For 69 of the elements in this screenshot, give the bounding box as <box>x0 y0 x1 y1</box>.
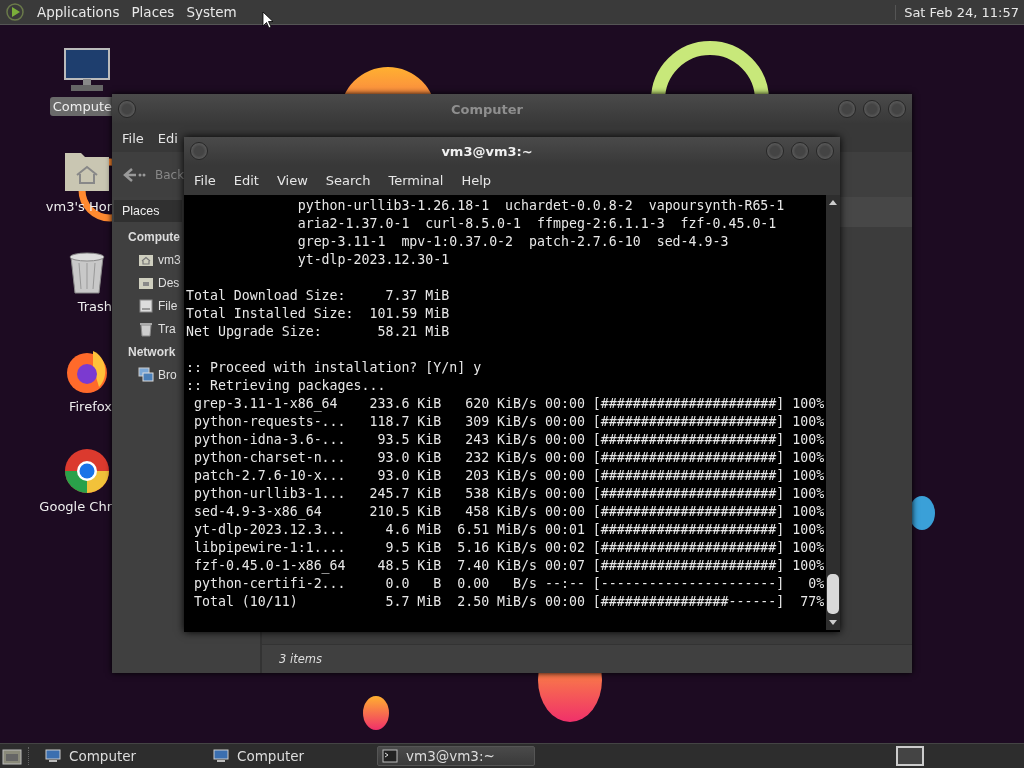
menu-item[interactable]: Terminal <box>388 172 462 188</box>
menu-item[interactable]: Edi <box>157 130 178 146</box>
menu-item[interactable]: View <box>276 172 326 188</box>
scrollbar[interactable] <box>826 195 840 630</box>
scrollbar-thumb[interactable] <box>827 574 839 614</box>
panel-menu[interactable]: System <box>180 4 243 20</box>
terminal-line: :: Retrieving packages... <box>186 377 386 395</box>
terminal-line: Total Download Size: 7.37 MiB <box>186 287 450 305</box>
taskbar-button[interactable]: Computer <box>209 746 367 766</box>
sidebar-heading: Network <box>128 345 176 360</box>
menu-item[interactable]: Search <box>325 172 389 188</box>
sidebar-item[interactable]: Des <box>158 275 180 290</box>
terminal-line: patch-2.7.6-10-x... 93.0 KiB 203 KiB/s 00:00 [######################] 100% <box>192 467 825 485</box>
back-arrow-icon[interactable] <box>122 166 146 183</box>
sidebar-item[interactable]: Tra <box>158 321 176 336</box>
terminal-line: libpipewire-1:1.... 9.5 KiB 5.16 KiB/s 00:02 [######################] 100% <box>192 539 825 557</box>
terminal-line: yt-dlp-2023.12.30-1 <box>296 251 450 269</box>
sidebar-item[interactable]: Bro <box>158 367 177 382</box>
panel-menu[interactable]: Places <box>125 4 181 20</box>
computer-icon <box>213 748 229 764</box>
desktop-icon[interactable] <box>2 747 22 765</box>
sidebar-heading: Compute <box>128 230 180 245</box>
terminal-line: python-requests-... 118.7 KiB 309 KiB/s 00:00 [######################] 100% <box>192 413 825 431</box>
terminal-line: python-certifi-2... 0.0 B 0.00 B/s --:-- [----------------------] 0% <box>192 575 825 593</box>
item-count: 3 items <box>279 652 322 666</box>
scroll-down-icon[interactable] <box>828 619 838 627</box>
menu-item[interactable]: File <box>194 172 234 188</box>
terminal-line: yt-dlp-2023.12.3... 4.6 MiB 6.51 MiB/s 00:01 [######################] 100% <box>192 521 825 539</box>
sidebar-item[interactable]: File <box>158 298 178 313</box>
terminal-line: python-urllib3-1... 245.7 KiB 538 KiB/s 00:00 [######################] 100% <box>192 485 825 503</box>
desktop-icon-label[interactable]: Compute <box>49 97 112 116</box>
terminal-line: :: Proceed with installation? [Y/n] y <box>186 359 482 377</box>
desktop-icon-label[interactable]: Firefox <box>65 397 112 416</box>
terminal-line: python-urllib3-1.26.18-1 uchardet-0.0.8-2 vapoursynth-R65-1 <box>296 197 785 215</box>
network-icon <box>138 366 154 383</box>
window-title: vm3@vm3:~ <box>440 143 534 159</box>
drive-icon <box>138 297 154 314</box>
terminal-line: grep-3.11-1 mpv-1:0.37.0-2 patch-2.7.6-10 sed-4.9-3 <box>296 233 729 251</box>
browser-icon[interactable] <box>63 447 111 495</box>
desktop-icon-label[interactable]: Google Chr <box>36 497 112 516</box>
terminal-line: sed-4.9-3-x86_64 210.5 KiB 458 KiB/s 00:00 [######################] 100% <box>192 503 825 521</box>
sidebar-tab[interactable]: Places <box>114 200 182 222</box>
terminal-line: grep-3.11-1-x86_64 233.6 KiB 620 KiB/s 00:00 [######################] 100% <box>192 395 825 413</box>
terminal-icon <box>382 748 398 764</box>
menu-item[interactable]: Help <box>461 172 510 188</box>
sidebar-item[interactable]: vm3 <box>158 252 181 267</box>
wallpaper-blob <box>909 496 935 530</box>
terminal-line: Total Installed Size: 101.59 MiB <box>186 305 450 323</box>
pointer-icon <box>262 11 274 29</box>
taskbar-button[interactable]: Computer <box>41 746 199 766</box>
wallpaper-blob <box>363 696 389 730</box>
window-title: Computer <box>450 101 524 117</box>
desktop-icon-label[interactable]: Trash <box>74 297 112 316</box>
clock[interactable]: Sat Feb 24, 11:57 <box>895 4 1024 20</box>
menu-item[interactable]: File <box>122 130 144 146</box>
taskbar-button[interactable]: vm3@vm3:~ <box>377 746 535 766</box>
terminal-line: Total (10/11) 5.7 MiB 2.50 MiB/s 00:00 [################------] 77% <box>192 593 825 611</box>
logo-icon[interactable] <box>5 2 25 22</box>
workspace-switcher[interactable] <box>896 746 924 766</box>
terminal-line: aria2-1.37.0-1 curl-8.5.0-1 ffmpeg-2:6.1.1-3 fzf-0.45.0-1 <box>296 215 777 233</box>
panel-menu[interactable]: Applications <box>31 4 126 20</box>
menu-item[interactable]: Edit <box>233 172 277 188</box>
terminal-line: python-charset-n... 93.0 KiB 232 KiB/s 00:00 [######################] 100% <box>192 449 825 467</box>
terminal-line: fzf-0.45.0-1-x86_64 48.5 KiB 7.40 KiB/s 00:07 [######################] 100% <box>192 557 825 575</box>
terminal-line: python-idna-3.6-... 93.5 KiB 243 KiB/s 00:00 [######################] 100% <box>192 431 825 449</box>
desktop-icon-label[interactable]: vm3's Hor <box>42 197 112 216</box>
trash-icon <box>138 320 154 337</box>
computer-icon <box>45 748 61 764</box>
terminal-line: Net Upgrade Size: 58.21 MiB <box>186 323 450 341</box>
